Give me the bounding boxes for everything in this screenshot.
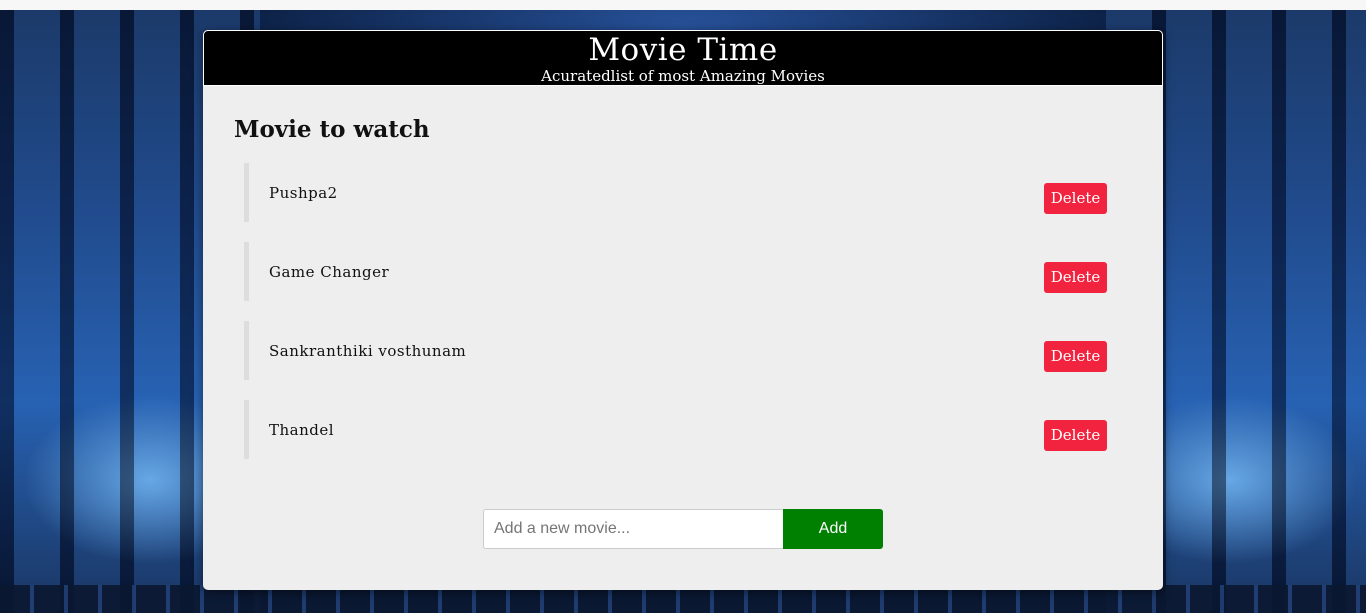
movie-name: Thandel [269,421,335,439]
app-title: Movie Time [588,32,778,68]
movie-item: Thandel Delete [244,400,1107,459]
add-movie-form: Add [483,509,883,549]
movie-item: Game Changer Delete [244,242,1107,301]
delete-button[interactable]: Delete [1044,183,1107,214]
add-button[interactable]: Add [783,509,883,549]
delete-button[interactable]: Delete [1044,420,1107,451]
movie-item: Pushpa2 Delete [244,163,1107,222]
movie-item: Sankranthiki vosthunam Delete [244,321,1107,380]
section-title: Movie to watch [234,116,430,143]
movie-name: Pushpa2 [269,184,338,202]
movie-name: Sankranthiki vosthunam [269,342,467,360]
app-header: Movie Time Acuratedlist of most Amazing … [203,30,1163,86]
top-strip [0,0,1366,10]
movie-name: Game Changer [269,263,390,281]
movie-list: Pushpa2 Delete Game Changer Delete Sankr… [244,163,1107,479]
delete-button[interactable]: Delete [1044,262,1107,293]
new-movie-input[interactable] [483,509,783,549]
app-subtitle: Acuratedlist of most Amazing Movies [541,67,825,85]
delete-button[interactable]: Delete [1044,341,1107,372]
movie-card: Movie Time Acuratedlist of most Amazing … [203,30,1163,590]
